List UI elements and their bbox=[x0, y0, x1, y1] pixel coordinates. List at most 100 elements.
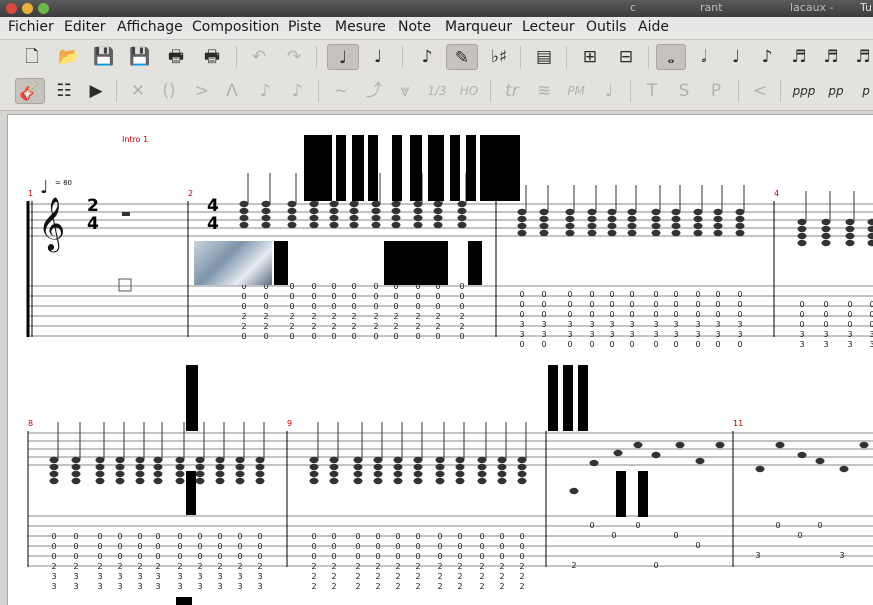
note-head bbox=[350, 215, 359, 221]
maximize-window-button[interactable] bbox=[38, 3, 49, 14]
note-head bbox=[414, 471, 423, 477]
open-file-icon[interactable]: 📂 bbox=[55, 44, 83, 70]
tab-fret-number: 2 bbox=[519, 562, 524, 571]
print-preview-icon[interactable]: 🖶 bbox=[198, 44, 226, 70]
note-head bbox=[96, 464, 105, 470]
note-head bbox=[288, 208, 297, 214]
tab-fret-number: 0 bbox=[869, 310, 873, 319]
menu-outils[interactable]: Outils bbox=[586, 19, 626, 35]
tab-fret-number: 2 bbox=[415, 312, 420, 321]
tab-fret-number: 2 bbox=[257, 562, 262, 571]
note-head bbox=[436, 478, 445, 484]
half-note-icon[interactable]: 𝅗𝅥 bbox=[690, 44, 718, 70]
dead-note-icon[interactable]: ✕ bbox=[124, 78, 152, 104]
tab-fret-number: 2 bbox=[375, 582, 380, 591]
slap-label[interactable]: S bbox=[670, 78, 698, 104]
insert-beat-icon[interactable]: ⊞ bbox=[576, 44, 604, 70]
menu-piste[interactable]: Piste bbox=[288, 19, 321, 35]
pop-label[interactable]: P bbox=[702, 78, 730, 104]
bend-icon[interactable]: ⤴ bbox=[360, 78, 388, 104]
tremolo-picking-icon[interactable]: ≋ bbox=[530, 78, 558, 104]
accent-icon[interactable]: > bbox=[188, 78, 216, 104]
menu-marqueur[interactable]: Marqueur bbox=[445, 19, 512, 35]
tab-fret-number: 3 bbox=[137, 572, 142, 581]
edit-mode-selected-icon[interactable]: ♩ bbox=[327, 44, 359, 70]
note-head bbox=[694, 230, 703, 236]
palm-mute-label[interactable]: PM bbox=[562, 78, 590, 104]
menu-composition[interactable]: Composition bbox=[192, 19, 279, 35]
staccato-icon[interactable]: ♩ bbox=[595, 78, 623, 104]
dynamic-p-label[interactable]: p bbox=[852, 78, 873, 104]
whole-note-icon[interactable]: 𝅝 bbox=[656, 44, 686, 70]
tab-fret-number: 0 bbox=[375, 532, 380, 541]
guitar-track-icon[interactable]: 🎸 bbox=[15, 78, 45, 104]
tab-fret-number: 0 bbox=[373, 332, 378, 341]
harmonic-label[interactable]: HO bbox=[455, 78, 483, 104]
note-pencil-icon[interactable]: ✎ bbox=[446, 44, 478, 70]
redo-icon[interactable]: ↷ bbox=[280, 44, 308, 70]
note-head bbox=[236, 457, 245, 463]
ghost-note-icon[interactable]: () bbox=[155, 78, 183, 104]
grace-note-icon[interactable]: ♪ bbox=[251, 78, 279, 104]
triplet-label[interactable]: 1/3 bbox=[423, 78, 451, 104]
note-head bbox=[330, 201, 339, 207]
note-head bbox=[414, 464, 423, 470]
trill-label[interactable]: tr bbox=[498, 78, 526, 104]
vibrato-icon[interactable]: ~ bbox=[327, 78, 355, 104]
eighth-note-icon[interactable]: ♪ bbox=[753, 44, 781, 70]
tremolo-bar-icon[interactable]: ⩔ bbox=[391, 78, 419, 104]
note-head bbox=[672, 223, 681, 229]
menu-lecteur[interactable]: Lecteur bbox=[522, 19, 575, 35]
note-head bbox=[236, 471, 245, 477]
measure-number: 2 bbox=[188, 189, 193, 198]
save-icon[interactable]: 💾 bbox=[90, 44, 118, 70]
sixteenth-note-icon[interactable]: ♬ bbox=[785, 44, 813, 70]
tab-fret-number: 0 bbox=[155, 552, 160, 561]
tab-fret-number: 3 bbox=[197, 572, 202, 581]
note-head bbox=[458, 222, 467, 228]
fade-in-icon[interactable]: < bbox=[746, 78, 774, 104]
let-ring-icon[interactable]: ♪ bbox=[283, 78, 311, 104]
dynamic-pp-label[interactable]: pp bbox=[822, 78, 850, 104]
score-canvas[interactable]: 𝄞 ♩ 000220000220000220000220000220000220… bbox=[7, 114, 873, 605]
tab-fret-number: 0 bbox=[415, 532, 420, 541]
dynamic-ppp-label[interactable]: ppp bbox=[790, 78, 818, 104]
tapping-label[interactable]: T bbox=[638, 78, 666, 104]
print-icon[interactable]: 🖶 bbox=[162, 44, 190, 70]
minimize-window-button[interactable] bbox=[22, 3, 33, 14]
tab-fret-number: 0 bbox=[541, 290, 546, 299]
tab-fret-number: 0 bbox=[395, 542, 400, 551]
new-file-icon[interactable]: 🗋 bbox=[18, 44, 46, 70]
undo-icon[interactable]: ↶ bbox=[245, 44, 273, 70]
note-head bbox=[588, 230, 597, 236]
tab-fret-number: 3 bbox=[51, 572, 56, 581]
thirtysecond-note-icon[interactable]: ♬ bbox=[817, 44, 845, 70]
note-pointer-icon[interactable]: ♪ bbox=[413, 44, 441, 70]
menu-fichier[interactable]: Fichier bbox=[8, 19, 54, 35]
note-head bbox=[392, 215, 401, 221]
mixer-icon[interactable]: ☷ bbox=[50, 78, 78, 104]
note-head bbox=[96, 457, 105, 463]
heavy-accent-icon[interactable]: Λ bbox=[218, 78, 246, 104]
note-head bbox=[566, 223, 575, 229]
note-head bbox=[714, 230, 723, 236]
play-media-icon[interactable]: ▶ bbox=[82, 78, 110, 104]
quarter-note-icon[interactable]: ♩ bbox=[722, 44, 750, 70]
edit-mode-icon[interactable]: ♩ bbox=[364, 44, 392, 70]
save-as-icon[interactable]: 💾 bbox=[126, 44, 154, 70]
remove-beat-icon[interactable]: ⊟ bbox=[612, 44, 640, 70]
menu-mesure[interactable]: Mesure bbox=[335, 19, 386, 35]
menu-editer[interactable]: Editer bbox=[64, 19, 105, 35]
menu-affichage[interactable]: Affichage bbox=[117, 19, 183, 35]
menu-note[interactable]: Note bbox=[398, 19, 431, 35]
sixtyfourth-note-icon[interactable]: ♬ bbox=[849, 44, 873, 70]
note-head bbox=[566, 230, 575, 236]
tab-fret-number: 2 bbox=[137, 562, 142, 571]
sharp-flat-icon[interactable]: ♭♯ bbox=[485, 44, 513, 70]
menu-aide[interactable]: Aide bbox=[638, 19, 669, 35]
tab-fret-number: 3 bbox=[257, 572, 262, 581]
tab-fret-number: 0 bbox=[351, 332, 356, 341]
close-window-button[interactable] bbox=[6, 3, 17, 14]
page-layout-icon[interactable]: ▤ bbox=[530, 44, 558, 70]
tab-fret-number: 0 bbox=[355, 532, 360, 541]
